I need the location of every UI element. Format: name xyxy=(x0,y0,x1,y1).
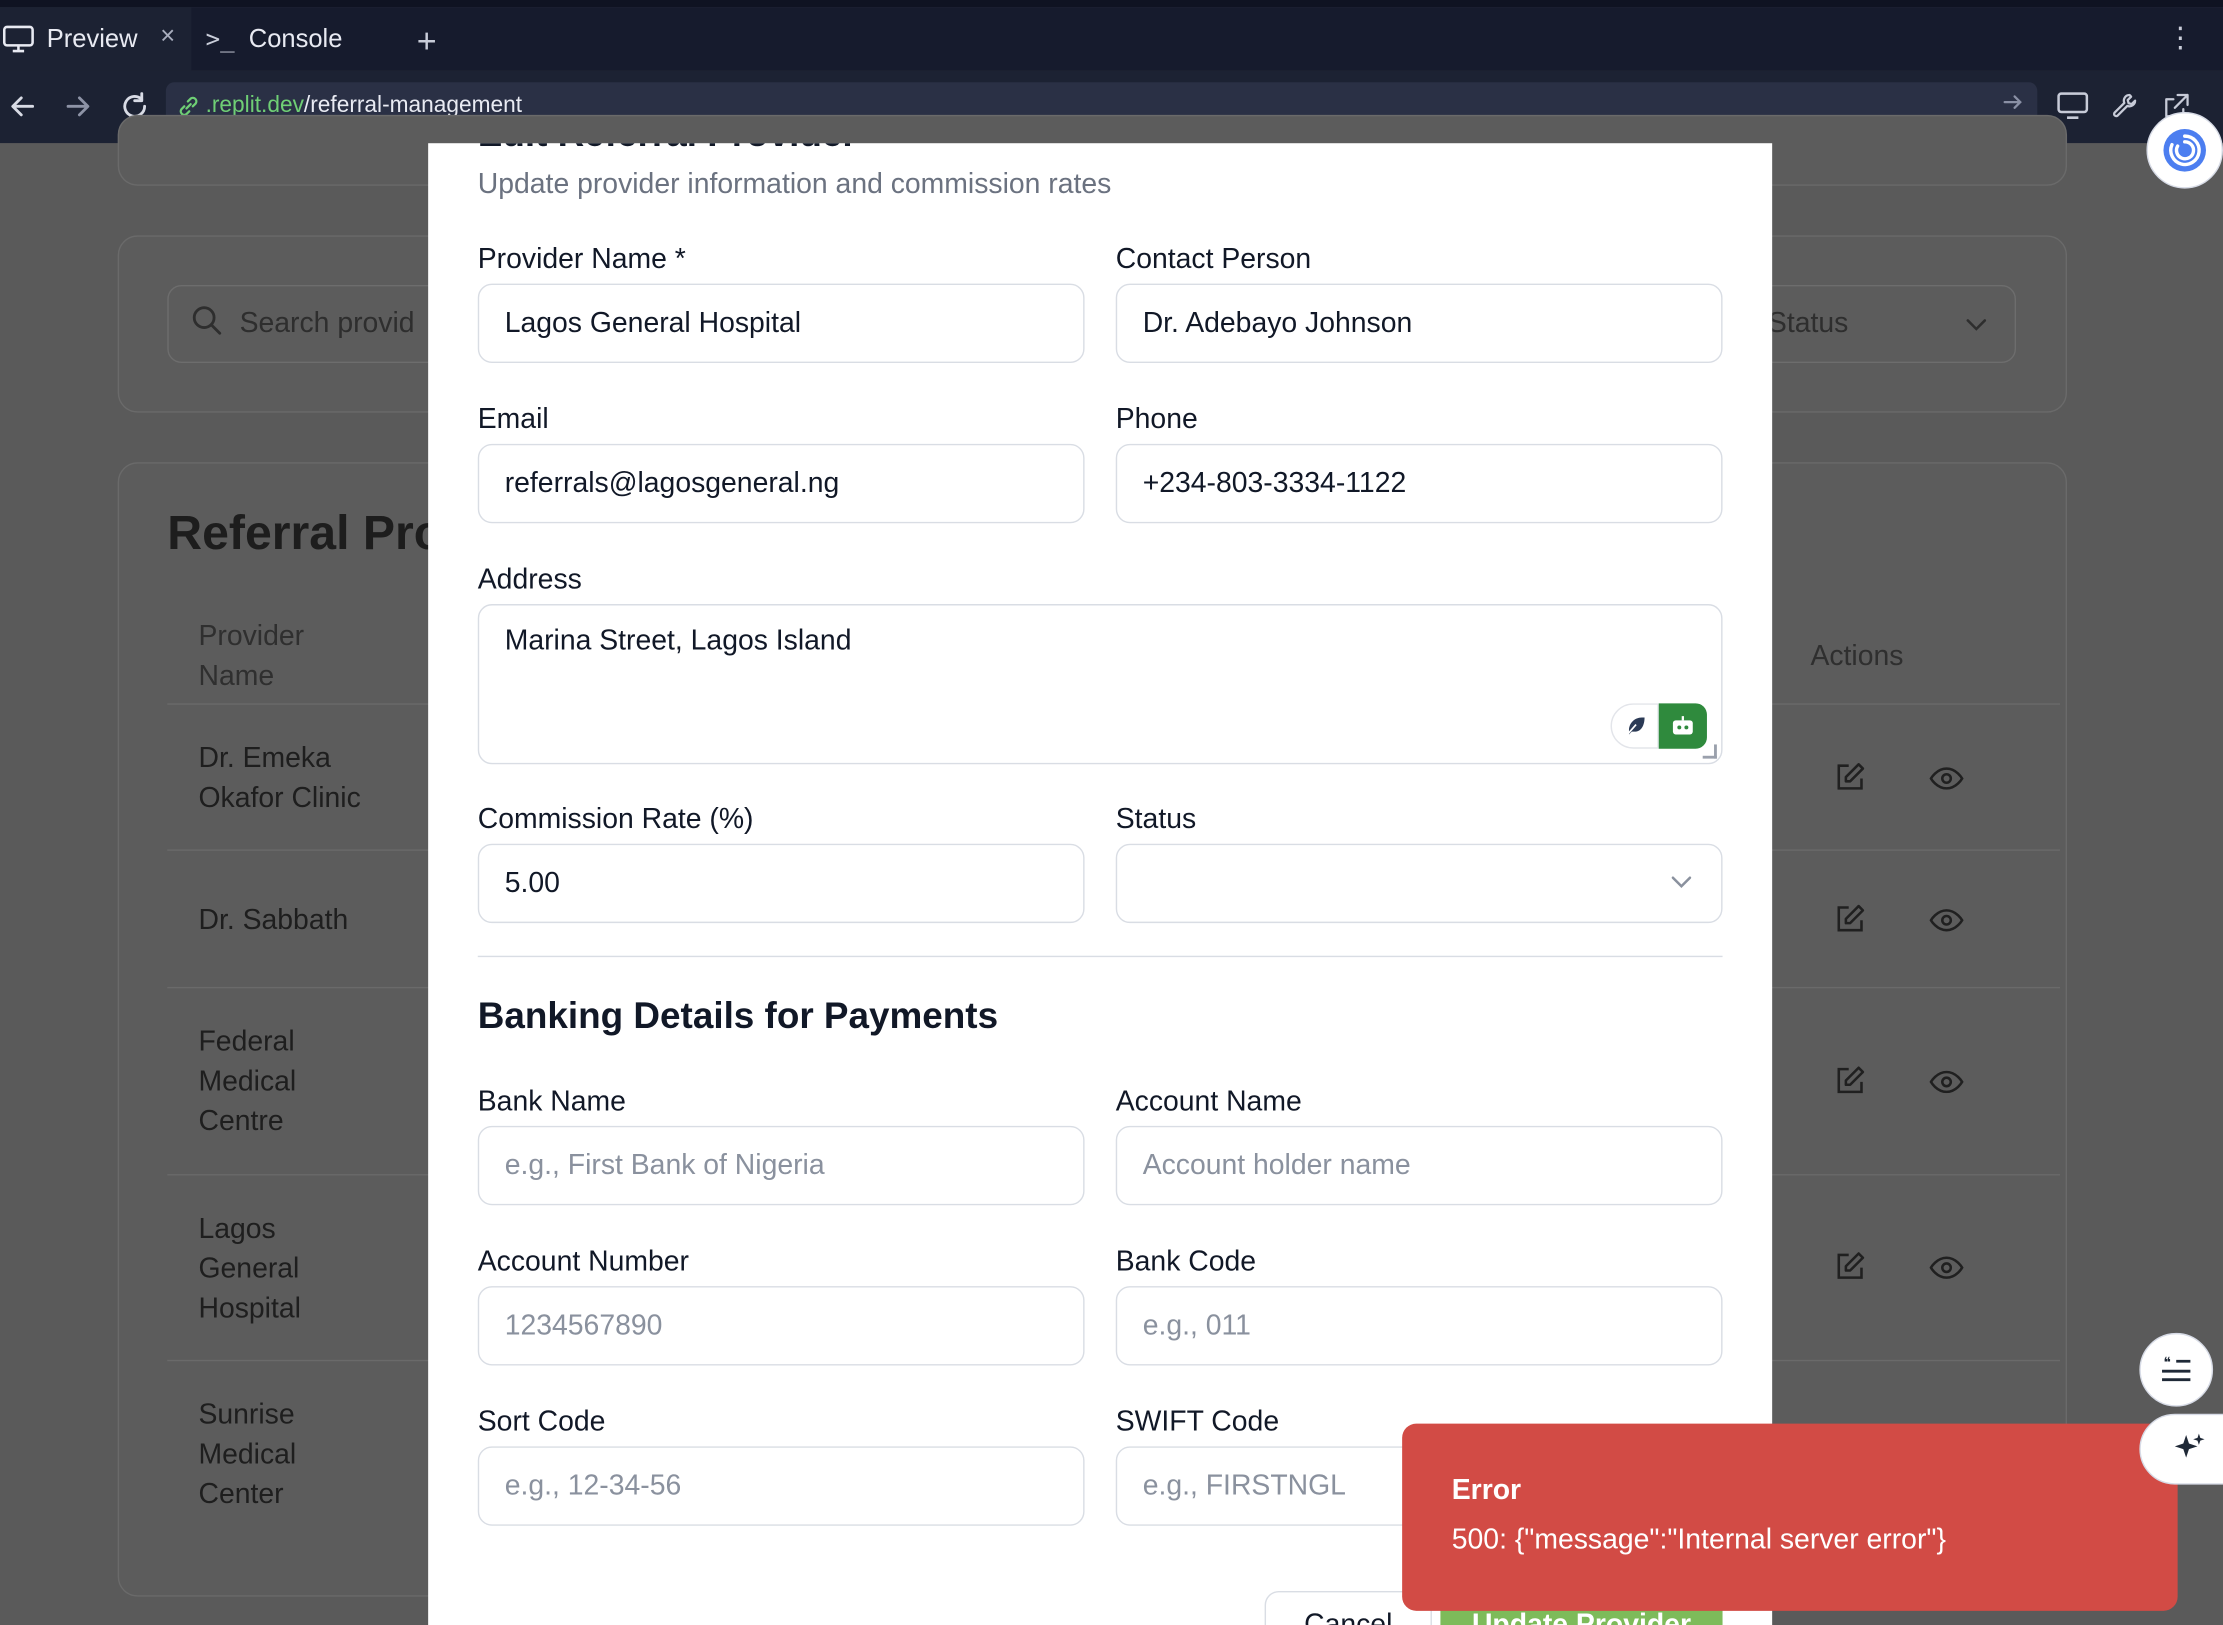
account-number-input[interactable]: 1234567890 xyxy=(477,1286,1085,1366)
dialog-title: Edit Referral Provider xyxy=(478,143,857,156)
provider-name-input[interactable]: Lagos General Hospital xyxy=(477,283,1085,364)
email-input[interactable]: referrals@lagosgeneral.ng xyxy=(477,443,1085,524)
toast-title: Error xyxy=(1451,1474,1522,1506)
bg-status-label: Status xyxy=(1767,307,1849,339)
banking-section-title: Banking Details for Payments xyxy=(477,994,999,1037)
edit-icon xyxy=(1835,1065,1866,1103)
device-icon[interactable] xyxy=(2056,89,2090,123)
assistant-swirl-icon[interactable] xyxy=(2146,112,2223,189)
bg-row-name: Dr. Emeka Okafor Clinic xyxy=(198,743,361,814)
edit-icon xyxy=(1835,1251,1866,1289)
search-icon xyxy=(191,304,222,344)
bg-row-name: Lagos General Hospital xyxy=(198,1213,301,1325)
bg-search-input: Search provid xyxy=(167,285,451,364)
sort-code-input[interactable]: e.g., 12-34-56 xyxy=(477,1446,1085,1526)
robot-icon[interactable] xyxy=(1658,703,1707,749)
eye-icon xyxy=(1929,1070,1964,1101)
tab-console-label: Console xyxy=(248,24,343,53)
address-textarea[interactable]: Marina Street, Lagos Island xyxy=(477,604,1723,765)
window-top-strip xyxy=(0,0,2223,8)
bg-row-name: Sunrise Medical Center xyxy=(198,1399,297,1511)
eye-icon xyxy=(1929,909,1964,939)
tab-console[interactable]: >_ Console xyxy=(194,7,390,71)
account-name-input[interactable]: Account holder name xyxy=(1115,1125,1723,1206)
commission-rate-input[interactable]: 5.00 xyxy=(477,843,1085,924)
edit-icon xyxy=(1835,761,1866,799)
eye-icon xyxy=(1929,1256,1964,1286)
bg-row-name: Dr. Sabbath xyxy=(198,904,349,936)
section-divider xyxy=(477,955,1723,958)
notes-icon[interactable]: ❝ xyxy=(2139,1332,2214,1407)
provider-name-label: Provider Name * xyxy=(477,243,686,276)
chevron-down-icon xyxy=(1670,871,1693,897)
terminal-icon: >_ xyxy=(205,24,235,54)
close-tab-icon[interactable]: × xyxy=(160,21,175,51)
new-tab-button[interactable]: + xyxy=(408,14,445,71)
address-label: Address xyxy=(477,564,582,596)
bank-code-label: Bank Code xyxy=(1115,1246,1257,1278)
bank-name-label: Bank Name xyxy=(477,1086,626,1118)
monitor-icon xyxy=(2,24,34,53)
dialog-subtitle: Update provider information and commissi… xyxy=(477,168,1112,200)
bg-col-provider: Provider Name xyxy=(198,621,305,692)
forward-icon[interactable] xyxy=(61,88,95,125)
sort-code-label: Sort Code xyxy=(477,1406,606,1438)
bg-search-placeholder: Search provid xyxy=(239,307,415,339)
textarea-tools xyxy=(1610,703,1707,749)
more-menu-icon[interactable]: ⋮ xyxy=(2166,20,2194,55)
bg-row-name: Federal Medical Centre xyxy=(198,1026,297,1138)
email-label: Email xyxy=(477,404,549,436)
edit-provider-dialog: Edit Referral Provider Update provider i… xyxy=(428,143,1773,1625)
account-name-label: Account Name xyxy=(1115,1086,1302,1118)
status-label: Status xyxy=(1115,803,1197,836)
bank-name-input[interactable]: e.g., First Bank of Nigeria xyxy=(477,1125,1085,1206)
chevron-down-icon xyxy=(1966,308,1987,341)
toast-message: 500: {"message":"Internal server error"} xyxy=(1451,1524,1946,1556)
tab-bar: Preview × >_ Console + ⋮ xyxy=(0,7,2223,71)
back-icon[interactable] xyxy=(6,88,40,125)
tab-preview-label: Preview xyxy=(46,24,138,53)
error-toast: Error 500: {"message":"Internal server e… xyxy=(1402,1423,2178,1611)
screen: Preview × >_ Console + ⋮ .replit.dev/ref… xyxy=(0,0,2223,1625)
edit-icon xyxy=(1835,903,1866,941)
contact-person-label: Contact Person xyxy=(1115,243,1312,276)
contact-person-input[interactable]: Dr. Adebayo Johnson xyxy=(1115,283,1723,364)
tab-preview[interactable]: Preview × xyxy=(0,7,192,71)
status-select[interactable] xyxy=(1115,843,1723,924)
eye-icon xyxy=(1929,767,1964,797)
feather-icon[interactable] xyxy=(1610,703,1659,749)
phone-input[interactable]: +234-803-3334-1122 xyxy=(1115,443,1723,524)
resize-handle-icon[interactable] xyxy=(1702,744,1717,759)
phone-label: Phone xyxy=(1115,404,1198,436)
bank-code-input[interactable]: e.g., 011 xyxy=(1115,1286,1723,1366)
commission-rate-label: Commission Rate (%) xyxy=(477,803,754,836)
swift-code-label: SWIFT Code xyxy=(1115,1406,1280,1438)
bg-list-title: Referral Prov xyxy=(167,506,471,561)
bg-status-filter: Status xyxy=(1757,285,2017,364)
account-number-label: Account Number xyxy=(477,1246,689,1278)
wrench-icon[interactable] xyxy=(2108,89,2142,123)
sparkle-icon[interactable] xyxy=(2139,1413,2223,1485)
address-value: Marina Street, Lagos Island xyxy=(504,625,852,657)
bg-col-actions: Actions xyxy=(1810,640,1904,673)
svg-text:❝: ❝ xyxy=(2163,1355,2171,1371)
